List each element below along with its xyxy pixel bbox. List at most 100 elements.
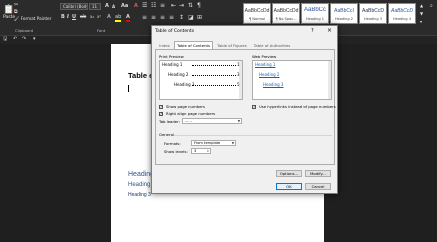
- right-align-checkbox[interactable]: ✓: [159, 112, 163, 116]
- align-center-icon[interactable]: ≡: [151, 15, 156, 21]
- paste-icon[interactable]: 📋: [3, 6, 14, 15]
- leader-dots: [192, 85, 236, 86]
- style-name: Heading 3: [364, 17, 382, 21]
- document-heading-3: Heading 3: [128, 192, 151, 198]
- multilevel-list-icon[interactable]: ≡: [160, 3, 165, 9]
- styles-more-icon[interactable]: ▾: [420, 20, 422, 24]
- superscript-icon[interactable]: x²: [97, 15, 101, 19]
- case-icon[interactable]: Aa: [121, 4, 128, 9]
- general-divider: [174, 135, 332, 136]
- spinner-arrows-icon: ⇕: [206, 149, 209, 153]
- cancel-button[interactable]: Cancel: [305, 183, 331, 190]
- pilcrow-icon[interactable]: ¶: [197, 3, 201, 9]
- dialog-title: Table of Contents: [155, 29, 195, 34]
- style-preview: AaBbCcDd: [244, 8, 270, 14]
- style-preview: AaBbCcD: [391, 8, 413, 14]
- format-painter-button[interactable]: 🖌 Format Painter: [14, 16, 51, 21]
- shrink-font-icon[interactable]: A: [112, 5, 115, 9]
- style-heading-3[interactable]: AaBbCcD Heading 3: [359, 3, 387, 24]
- style-no-spacing[interactable]: AaBbCcDd ¶ No Spac...: [272, 3, 300, 24]
- options-button[interactable]: Options...: [276, 170, 302, 177]
- font-color-icon[interactable]: A: [126, 14, 130, 22]
- ok-button[interactable]: OK: [276, 183, 302, 190]
- underline-icon[interactable]: U: [72, 15, 76, 20]
- sort-icon[interactable]: ⇅: [188, 3, 193, 9]
- align-left-icon[interactable]: ≡: [142, 15, 147, 21]
- bullets-icon[interactable]: ☰: [142, 3, 147, 9]
- styles-scroll-up-icon[interactable]: ▲: [420, 4, 423, 8]
- save-icon[interactable]: 🖫: [3, 37, 7, 42]
- print-preview-box: Heading 1 1 Heading 2 3 Heading 35: [159, 60, 243, 100]
- style-preview: AaBbCc: [303, 7, 326, 13]
- general-label: General: [159, 132, 174, 137]
- entry-page: 5: [237, 82, 240, 87]
- web-entry-1[interactable]: Heading 1: [255, 63, 275, 67]
- tab-index[interactable]: Index: [157, 42, 172, 49]
- font-size-select[interactable]: 11: [89, 3, 101, 10]
- web-entry-2[interactable]: Heading 2: [259, 73, 279, 77]
- style-heading-4[interactable]: AaBbCcD Heading 4: [388, 3, 416, 24]
- bold-icon[interactable]: B: [61, 15, 65, 20]
- tab-table-of-figures[interactable]: Table of Figures: [215, 42, 249, 49]
- search-icon[interactable]: ⌕: [430, 4, 433, 9]
- grow-font-icon[interactable]: A: [105, 4, 109, 9]
- print-entry-1: Heading 1 1: [162, 62, 240, 67]
- right-align-label: Right align page numbers: [166, 111, 216, 116]
- style-name: ¶ Normal: [248, 17, 265, 21]
- highlight-icon[interactable]: ab: [115, 14, 122, 22]
- strikethrough-icon[interactable]: ab: [80, 15, 86, 20]
- help-icon[interactable]: ?: [311, 28, 314, 34]
- cut-icon[interactable]: ✂: [14, 3, 18, 8]
- style-name: Heading 1: [306, 17, 324, 21]
- entry-page: 3: [237, 72, 240, 77]
- web-preview-box: Heading 1 Heading 2 Heading 3: [252, 60, 332, 100]
- text-effects-icon[interactable]: A: [107, 15, 111, 20]
- style-heading-2[interactable]: AaBbCcI Heading 2: [330, 3, 358, 24]
- subscript-icon[interactable]: x₂: [90, 15, 94, 19]
- web-entry-3[interactable]: Heading 3: [263, 83, 283, 87]
- close-icon[interactable]: ×: [327, 27, 332, 34]
- toc-dialog: Table of Contents ? × Index Table of Con…: [151, 25, 338, 194]
- web-preview-scrollbar[interactable]: [328, 61, 331, 99]
- italic-icon[interactable]: I: [67, 15, 69, 20]
- copy-icon[interactable]: ⧉: [14, 10, 18, 15]
- customize-toolbar-icon[interactable]: ▾: [33, 37, 36, 42]
- style-normal[interactable]: AaBbCcDd ¶ Normal: [243, 3, 271, 24]
- font-group-label: Font: [97, 28, 106, 33]
- toc-tab-panel: Print Preview Heading 1 1 Heading 2 3 Head…: [155, 49, 336, 165]
- clear-format-icon[interactable]: A: [134, 4, 138, 9]
- font-name-select[interactable]: Calibri (Body): [60, 3, 88, 10]
- style-heading-1[interactable]: AaBbCc Heading 1: [301, 3, 329, 24]
- use-hyperlinks-checkbox[interactable]: ✓: [252, 105, 256, 109]
- entry-page: 1: [237, 62, 240, 67]
- increase-indent-icon[interactable]: ⇥: [179, 3, 184, 9]
- tab-leader-select[interactable]: ...... ▼: [182, 118, 242, 124]
- formats-label: Formats:: [164, 141, 181, 146]
- entry-text: Heading 1: [162, 62, 183, 67]
- numbering-icon[interactable]: ☷: [151, 3, 156, 9]
- tab-table-of-contents[interactable]: Table of Contents: [174, 41, 213, 49]
- redo-icon[interactable]: ↷: [22, 37, 26, 42]
- align-right-icon[interactable]: ≡: [160, 15, 165, 21]
- show-levels-value: 3: [194, 149, 197, 153]
- chevron-down-icon: ▼: [237, 119, 240, 123]
- justify-icon[interactable]: ≡: [169, 15, 174, 21]
- formats-select[interactable]: From template ▼: [191, 140, 236, 146]
- undo-icon[interactable]: ↶: [13, 37, 17, 42]
- show-page-numbers-label: Show page numbers: [166, 104, 205, 109]
- chevron-down-icon: ▼: [231, 141, 234, 145]
- formats-value: From template: [194, 141, 221, 145]
- modify-button[interactable]: Modify...: [305, 170, 331, 177]
- web-preview-label: Web Preview: [252, 54, 277, 59]
- tab-table-of-authorities[interactable]: Table of Authorities: [251, 42, 293, 49]
- show-page-numbers-checkbox[interactable]: ✓: [159, 105, 163, 109]
- show-levels-spinner[interactable]: 3 ⇕: [191, 148, 211, 154]
- line-spacing-icon[interactable]: ↕: [179, 15, 184, 21]
- use-hyperlinks-label: Use hyperlinks instead of page numbers: [259, 104, 336, 109]
- styles-scroll-down-icon[interactable]: ▼: [420, 12, 423, 16]
- shading-icon[interactable]: ◪: [188, 15, 194, 21]
- decrease-indent-icon[interactable]: ⇤: [171, 3, 176, 9]
- format-painter-icon: 🖌: [14, 16, 20, 21]
- entry-text: Heading 2: [168, 72, 189, 77]
- borders-icon[interactable]: ⊞: [197, 15, 202, 21]
